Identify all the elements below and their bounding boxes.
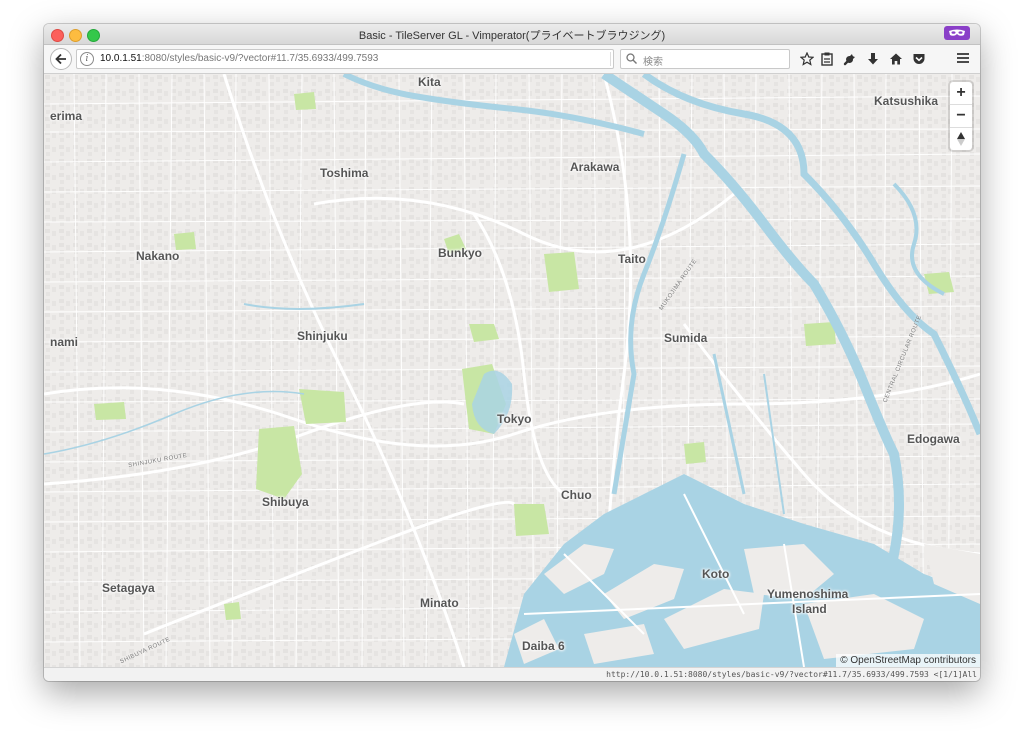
place-label-bunkyo: Bunkyo [438,246,483,260]
download-icon[interactable] [864,50,882,68]
search-input[interactable]: 検索 [620,49,790,69]
place-label-chuo: Chuo [561,488,592,502]
url-bar[interactable]: i 10.0.1.51:8080/styles/basic-v9/?vector… [76,49,629,69]
url-text[interactable]: 10.0.1.51:8080/styles/basic-v9/?vector#1… [100,53,378,64]
compass-button[interactable] [950,128,972,150]
browser-window: Basic - TileServer GL - Vimperator(プライベー… [44,24,980,681]
place-label-island: Island [792,602,827,616]
place-label-shinjuku: Shinjuku [297,329,348,343]
map-navigation-control: + − [950,82,972,150]
place-label-toshima: Toshima [320,166,369,180]
window-title: Basic - TileServer GL - Vimperator(プライベー… [358,30,666,42]
url-path: :8080/styles/basic-v9/?vector#11.7/35.69… [141,53,379,64]
developer-tools-icon[interactable] [841,50,859,68]
place-label-arakawa: Arakawa [570,160,620,174]
zoom-in-button[interactable]: + [950,82,972,105]
url-separator [610,52,611,66]
place-label-sumida: Sumida [664,331,708,345]
place-label-minato: Minato [420,596,459,610]
maximize-window-button[interactable] [87,29,100,42]
place-label-yumenoshima: Yumenoshima [767,587,849,601]
reading-list-icon[interactable] [818,50,836,68]
title-bar: Basic - TileServer GL - Vimperator(プライベー… [44,24,980,45]
place-label-edogawa: Edogawa [907,432,960,446]
back-button[interactable] [50,48,72,70]
place-label-nakano: Nakano [136,249,180,263]
status-text: http://10.0.1.51:8080/styles/basic-v9/?v… [606,670,977,679]
map-canvas[interactable]: Kita Katsushika erima Toshima Arakawa Na… [44,74,980,667]
search-icon [626,53,637,64]
place-label-katsushika: Katsushika [874,94,939,108]
search-placeholder: 検索 [643,57,663,68]
home-icon[interactable] [887,50,905,68]
info-icon[interactable]: i [80,52,94,66]
compass-north-icon [957,132,965,146]
bookmark-star-icon[interactable] [798,50,816,68]
private-browsing-mask-icon [944,26,970,40]
place-label-daiba: Daiba 6 [522,639,565,653]
place-label-shibuya: Shibuya [262,495,309,509]
pocket-icon[interactable] [910,50,928,68]
place-label-koto: Koto [702,567,730,581]
place-label-taito: Taito [618,252,646,266]
back-icon [55,53,66,65]
place-label-nerima: erima [50,109,83,123]
url-host: 10.0.1.51 [100,53,142,64]
place-label-setagaya: Setagaya [102,581,155,595]
map-attribution[interactable]: © OpenStreetMap contributors [836,654,980,667]
close-window-button[interactable] [51,29,64,42]
place-label-tokyo: Tokyo [497,412,532,426]
zoom-out-button[interactable]: − [950,105,972,128]
place-label-kita: Kita [418,75,441,89]
menu-icon[interactable] [954,50,972,68]
place-label-suginami: nami [50,335,79,349]
minimize-window-button[interactable] [69,29,82,42]
map-tiles [44,74,980,667]
status-bar: http://10.0.1.51:8080/styles/basic-v9/?v… [44,667,980,681]
navigation-toolbar: i 10.0.1.51:8080/styles/basic-v9/?vector… [44,45,980,74]
